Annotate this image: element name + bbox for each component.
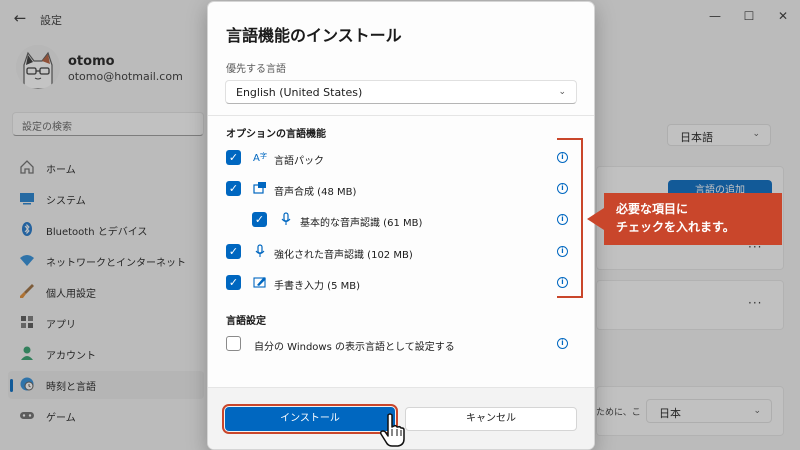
option-enhanced-speech[interactable]: ✓ 強化された音声認識 (102 MB) [226, 242, 576, 262]
chevron-down-icon: ⌄ [558, 87, 566, 97]
annotation-line-1: 必要な項目に [616, 202, 689, 216]
option-label: 音声合成 (48 MB) [274, 187, 357, 198]
language-settings-title: 言語設定 [226, 316, 266, 327]
divider [208, 115, 594, 116]
checkbox-checked[interactable]: ✓ [252, 212, 267, 227]
annotation-bracket [557, 138, 583, 298]
microphone-icon [253, 244, 267, 259]
text-to-speech-icon [253, 181, 267, 196]
info-icon[interactable]: i [557, 338, 568, 349]
option-text-to-speech[interactable]: ✓ 音声合成 (48 MB) [226, 179, 576, 199]
install-button[interactable]: インストール [222, 404, 398, 434]
option-set-display-language[interactable]: 自分の Windows の表示言語として設定する [226, 334, 576, 354]
preferred-language-select[interactable]: English (United States) ⌄ [225, 80, 577, 104]
annotation-line-2: チェックを入れます。 [616, 220, 735, 234]
option-label: 自分の Windows の表示言語として設定する [254, 342, 455, 353]
annotation-arrow [587, 208, 604, 230]
checkbox-checked[interactable]: ✓ [226, 181, 241, 196]
optional-features-title: オプションの言語機能 [226, 129, 326, 140]
svg-text:字: 字 [260, 151, 267, 160]
checkbox-unchecked[interactable] [226, 336, 241, 351]
option-label: 手書き入力 (5 MB) [274, 281, 361, 292]
language-pack-icon: A字 [253, 150, 267, 165]
svg-text:A: A [253, 153, 260, 164]
preferred-language-value: English (United States) [236, 86, 363, 99]
handwriting-icon [253, 275, 267, 290]
option-label: 強化された音声認識 (102 MB) [274, 250, 413, 261]
option-handwriting[interactable]: ✓ 手書き入力 (5 MB) [226, 273, 576, 293]
cancel-button[interactable]: キャンセル [405, 407, 577, 431]
hand-pointer-icon [376, 412, 412, 448]
install-language-features-dialog: 言語機能のインストール 優先する言語 English (United State… [207, 1, 595, 450]
annotation-callout: 必要な項目に チェックを入れます。 [604, 193, 782, 245]
checkbox-checked[interactable]: ✓ [226, 275, 241, 290]
dialog-title: 言語機能のインストール [226, 26, 402, 45]
preferred-language-label: 優先する言語 [226, 64, 286, 75]
option-basic-speech[interactable]: ✓ 基本的な音声認識 (61 MB) [252, 210, 576, 230]
checkbox-checked[interactable]: ✓ [226, 150, 241, 165]
checkbox-checked[interactable]: ✓ [226, 244, 241, 259]
option-language-pack[interactable]: ✓ A字 言語パック [226, 148, 576, 168]
option-label: 基本的な音声認識 (61 MB) [300, 218, 423, 229]
option-label: 言語パック [274, 156, 324, 167]
microphone-icon [279, 212, 293, 227]
